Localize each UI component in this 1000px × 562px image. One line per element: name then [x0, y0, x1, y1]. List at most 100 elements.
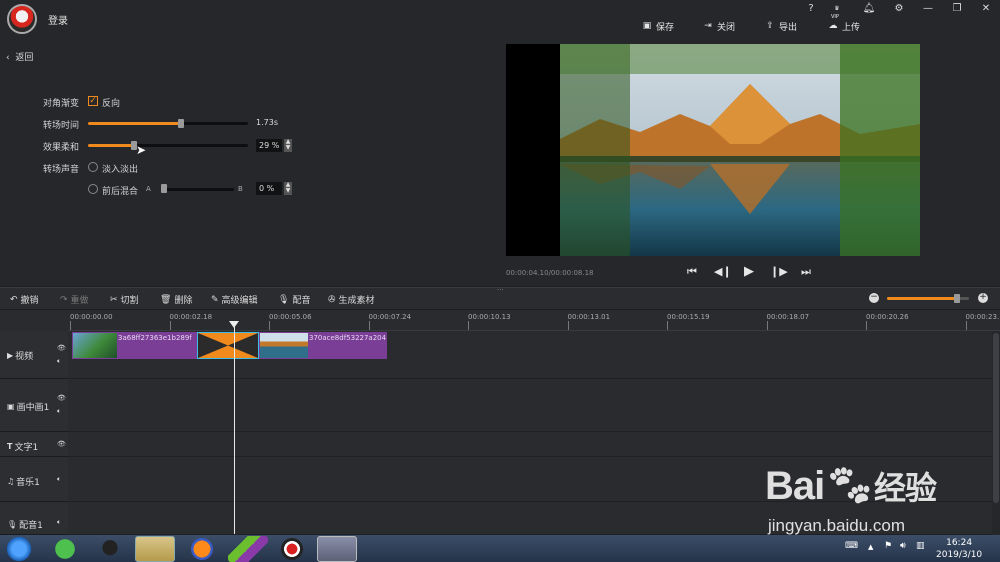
softness-input[interactable]: 29 % — [256, 139, 282, 152]
skip-end-icon[interactable]: ⏭ — [799, 265, 813, 279]
splitter-handle-icon[interactable]: ··· — [497, 286, 504, 294]
save-button[interactable]: ▣ 保存 — [642, 19, 674, 33]
track-pip[interactable] — [68, 379, 992, 432]
transition-icon — [198, 333, 258, 358]
mix-knob[interactable] — [161, 184, 167, 193]
ruler-tick-label: 00:00:13.01 — [567, 313, 611, 321]
delete-button[interactable]: 🗑︎ 删除 — [160, 293, 192, 307]
login-link[interactable]: 登录 — [48, 12, 68, 27]
reverse-checkbox[interactable]: ✓ — [88, 96, 98, 106]
reverse-label: 反向 — [102, 99, 121, 109]
ruler-tick-mark — [965, 321, 967, 330]
zoom-fill — [887, 297, 957, 300]
eye-icon[interactable]: 👁︎ — [57, 394, 66, 402]
ruler-tick-label: 00:00:20.26 — [866, 313, 909, 321]
mix-input[interactable]: 0 % — [256, 182, 282, 195]
taskbar-app-icon[interactable] — [228, 536, 268, 562]
mouse-cursor-icon: ➤ — [136, 143, 147, 157]
dub-button[interactable]: 🎙︎ 配音 — [278, 293, 310, 307]
pencil-icon: ✎ — [211, 294, 219, 305]
pip-icon: ▣ — [7, 402, 15, 411]
minimize-button[interactable]: — — [920, 2, 936, 16]
mix-slider[interactable] — [162, 188, 234, 191]
track-music[interactable] — [68, 457, 992, 502]
timeline-scroll-thumb[interactable] — [993, 333, 999, 503]
duration-knob[interactable] — [177, 119, 184, 128]
speaker-icon[interactable]: 🔈︎ — [57, 357, 61, 366]
tray-network-icon[interactable]: ▥ — [916, 541, 925, 551]
ruler-tick-label: 00:00:10.13 — [468, 313, 511, 321]
fade-radio[interactable] — [88, 162, 98, 172]
upload-button[interactable]: ☁ 上传 — [828, 19, 861, 33]
generate-material-button[interactable]: ✇ 生成素材 — [328, 293, 375, 307]
mix-radio[interactable] — [88, 184, 98, 194]
taskbar-editor-icon[interactable] — [317, 536, 357, 562]
redo-button[interactable]: ↷ 重做 — [60, 293, 89, 307]
cut-button[interactable]: ✂ 切割 — [110, 293, 139, 307]
vip-icon[interactable]: ♛ VIP — [829, 2, 845, 20]
mix-b-label: B — [238, 185, 243, 193]
bell-icon[interactable]: 🔔︎ — [861, 2, 877, 16]
start-button[interactable] — [4, 536, 34, 562]
track-label-music: ♫ 音乐1 — [7, 475, 40, 488]
speaker-icon[interactable]: 🔈︎ — [57, 475, 61, 484]
eye-icon[interactable]: 👁︎ — [57, 440, 66, 448]
step-back-icon[interactable]: ◀❙ — [714, 265, 732, 279]
advanced-label: 高级编辑 — [221, 296, 258, 306]
speaker-icon[interactable]: 🔈︎ — [57, 407, 61, 416]
back-label: 返回 — [15, 53, 34, 63]
close-project-button[interactable]: ⇥ 关闭 — [703, 19, 735, 33]
exit-icon: ⇥ — [704, 21, 712, 31]
step-forward-icon[interactable]: ❙▶ — [770, 265, 788, 279]
softness-slider[interactable] — [88, 144, 248, 147]
zoom-knob[interactable] — [953, 294, 960, 303]
duration-slider[interactable] — [88, 122, 248, 125]
help-icon[interactable]: ? — [803, 2, 819, 16]
gear-icon[interactable]: ⚙ — [891, 2, 907, 16]
play-icon[interactable]: ▶ — [742, 265, 756, 279]
back-button[interactable]: ‹ 返回 — [6, 50, 33, 63]
text-icon: T — [7, 442, 13, 451]
taskbar-app-green-icon[interactable] — [45, 536, 85, 562]
taskbar-explorer-icon[interactable] — [135, 536, 175, 562]
zoom-in-icon[interactable]: + — [978, 293, 988, 303]
speaker-icon[interactable]: 🔈︎ — [57, 518, 61, 527]
softness-stepper[interactable]: ▲ ▼ — [284, 139, 292, 152]
close-label: 关闭 — [717, 22, 736, 33]
duration-label: 转场时间 — [43, 121, 80, 131]
chevron-left-icon: ‹ — [6, 53, 10, 63]
mix-label: 前后混合 — [102, 187, 139, 197]
transition-clip[interactable] — [197, 332, 259, 359]
tray-flag-icon[interactable]: ⚑ — [884, 541, 892, 551]
taskbar-firefox-icon[interactable] — [182, 536, 222, 562]
tray-keyboard-icon[interactable]: ⌨ — [845, 541, 858, 551]
taskbar-qq-icon[interactable] — [90, 536, 130, 562]
undo-button[interactable]: ↶ 撤销 — [10, 293, 39, 307]
taskbar-clock[interactable]: 16:24 2019/3/10 — [936, 537, 982, 561]
export-button[interactable]: ⇪ 导出 — [765, 19, 797, 33]
track-voice[interactable] — [68, 502, 992, 535]
playhead-line[interactable] — [234, 322, 235, 534]
duration-fill — [88, 122, 181, 125]
undo-icon: ↶ — [10, 294, 18, 305]
video-clip-1[interactable]: 3a68ff27363e1b289f — [72, 332, 197, 359]
fade-label: 淡入淡出 — [102, 165, 139, 175]
track-label-pip: ▣ 画中画1 — [7, 400, 49, 413]
skip-start-icon[interactable]: ⏮ — [685, 265, 699, 279]
video-clip-2[interactable]: 370ace8df53227a204 — [259, 332, 387, 359]
restore-button[interactable]: ❐ — [949, 2, 965, 16]
eye-icon[interactable]: 👁︎ — [57, 344, 66, 352]
close-window-button[interactable]: ✕ — [978, 2, 994, 16]
landscape-image — [560, 44, 920, 256]
ruler-tick-label: 00:00:05.06 — [269, 313, 312, 321]
tray-expand-icon[interactable]: ▲ — [868, 543, 873, 551]
zoom-out-icon[interactable]: − — [869, 293, 879, 303]
tray-volume-icon[interactable]: 🔊︎ — [900, 541, 906, 551]
taskbar-record-icon[interactable] — [272, 536, 312, 562]
advanced-edit-button[interactable]: ✎ 高级编辑 — [211, 293, 258, 307]
track-text[interactable] — [68, 432, 992, 457]
duration-value: 1.73s — [256, 118, 278, 127]
ruler-tick-mark — [766, 321, 768, 330]
ruler-tick-label: 00:00:18.07 — [766, 313, 810, 321]
mix-stepper[interactable]: ▲ ▼ — [284, 182, 292, 195]
